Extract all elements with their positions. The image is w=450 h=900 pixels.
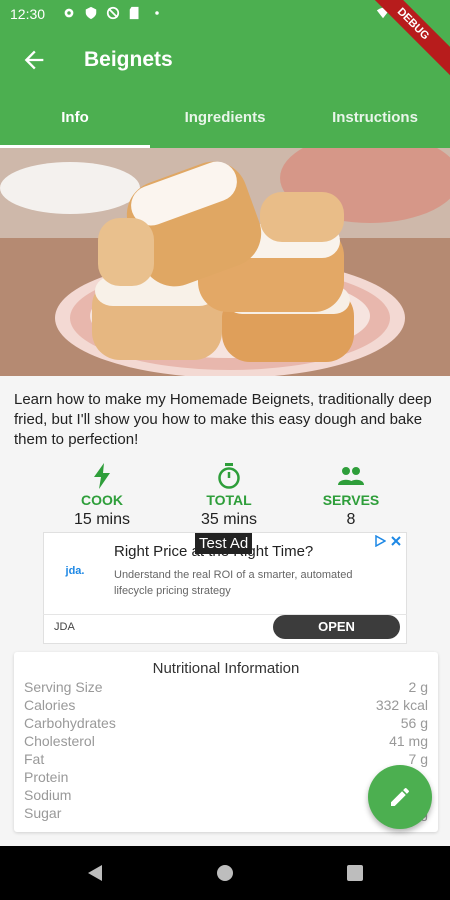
- beignets-illustration: [0, 148, 450, 376]
- tab-bar: Info Ingredients Instructions: [0, 90, 450, 148]
- ad-choices-icon[interactable]: [374, 535, 386, 547]
- tab-info[interactable]: Info: [0, 90, 150, 148]
- edit-fab-button[interactable]: [368, 765, 432, 829]
- test-ad-label: Test Ad: [195, 533, 253, 554]
- ad-brand: JDA: [54, 621, 75, 633]
- recipe-description: Learn how to make my Homemade Beignets, …: [14, 391, 432, 448]
- recipe-stats: COOK 15 mins TOTAL 35 mins SERVES 8: [0, 462, 450, 532]
- status-time: 12:30: [10, 6, 46, 22]
- nutrition-row: Serving Size 2 g: [24, 679, 428, 695]
- sd-card-icon: [129, 6, 139, 20]
- stat-label: SERVES: [322, 492, 380, 508]
- nutrition-row: Protein: [24, 769, 428, 785]
- nutrition-label: Fat: [24, 751, 45, 767]
- nutrition-label: Carbohydrates: [24, 715, 116, 731]
- lightning-icon: [94, 463, 110, 489]
- ad-subtext: Understand the real ROI of a smarter, au…: [114, 569, 353, 597]
- recipe-photo: [0, 148, 450, 376]
- nutrition-label: Cholesterol: [24, 733, 95, 749]
- stat-label: COOK: [81, 492, 123, 508]
- status-bar: 12:30 DEBUG: [0, 0, 450, 85]
- nutrition-label: Sodium: [24, 787, 72, 803]
- stat-label: TOTAL: [206, 492, 252, 508]
- nutrition-row: Carbohydrates 56 g: [24, 715, 428, 731]
- no-sync-icon: [106, 6, 120, 20]
- people-icon: [338, 467, 364, 485]
- page-title: Beignets: [84, 48, 173, 71]
- tab-ingredients[interactable]: Ingredients: [150, 90, 300, 148]
- app-bar: Beignets: [0, 28, 450, 90]
- nav-back-icon[interactable]: [86, 864, 104, 882]
- nutrition-row: Sugarg: [24, 805, 428, 821]
- nutrition-row: Fat 7 g: [24, 751, 428, 767]
- stat-value: 15 mins: [73, 511, 131, 528]
- pencil-icon: [391, 787, 409, 806]
- settings-icon: [64, 8, 74, 18]
- close-icon[interactable]: [390, 535, 402, 547]
- nutrition-row: Cholesterol 41 mg: [24, 733, 428, 749]
- nutrition-value: 41 mg: [389, 733, 428, 749]
- nutrition-value: 332 kcal: [375, 697, 428, 713]
- stat-serves: SERVES 8: [296, 462, 406, 529]
- ad-logo: jda.: [65, 565, 85, 577]
- system-nav-bar: [0, 846, 450, 900]
- nutrition-label: Sugar: [24, 805, 62, 821]
- nutrition-label: Protein: [24, 769, 69, 785]
- nutrition-value: 56 g: [400, 715, 428, 731]
- nutrition-row: Calories 332 kcal: [24, 697, 428, 713]
- stat-value: 8: [346, 511, 356, 528]
- shield-icon: [85, 6, 97, 20]
- stat-cook: COOK 15 mins: [47, 462, 157, 529]
- ad-choices[interactable]: [374, 535, 402, 547]
- timer-icon: [218, 463, 240, 489]
- nutrition-value: 2 g: [408, 679, 428, 695]
- status-notification-icons: [62, 6, 164, 20]
- ad-divider: [43, 614, 407, 615]
- stat-value: 35 mins: [200, 511, 258, 528]
- nutrition-label: Serving Size: [24, 679, 103, 695]
- ad-open-button[interactable]: OPEN: [273, 615, 400, 639]
- tab-instructions[interactable]: Instructions: [300, 90, 450, 148]
- stat-total: TOTAL 35 mins: [174, 462, 284, 529]
- nav-recents-icon[interactable]: [346, 864, 364, 882]
- nav-home-icon[interactable]: [216, 864, 234, 882]
- back-arrow-icon[interactable]: [20, 46, 48, 74]
- nutrition-title: Nutritional Information: [152, 660, 300, 677]
- nutrition-label: Calories: [24, 697, 76, 713]
- dot-icon: [155, 11, 159, 15]
- nutrition-value: 7 g: [408, 751, 428, 767]
